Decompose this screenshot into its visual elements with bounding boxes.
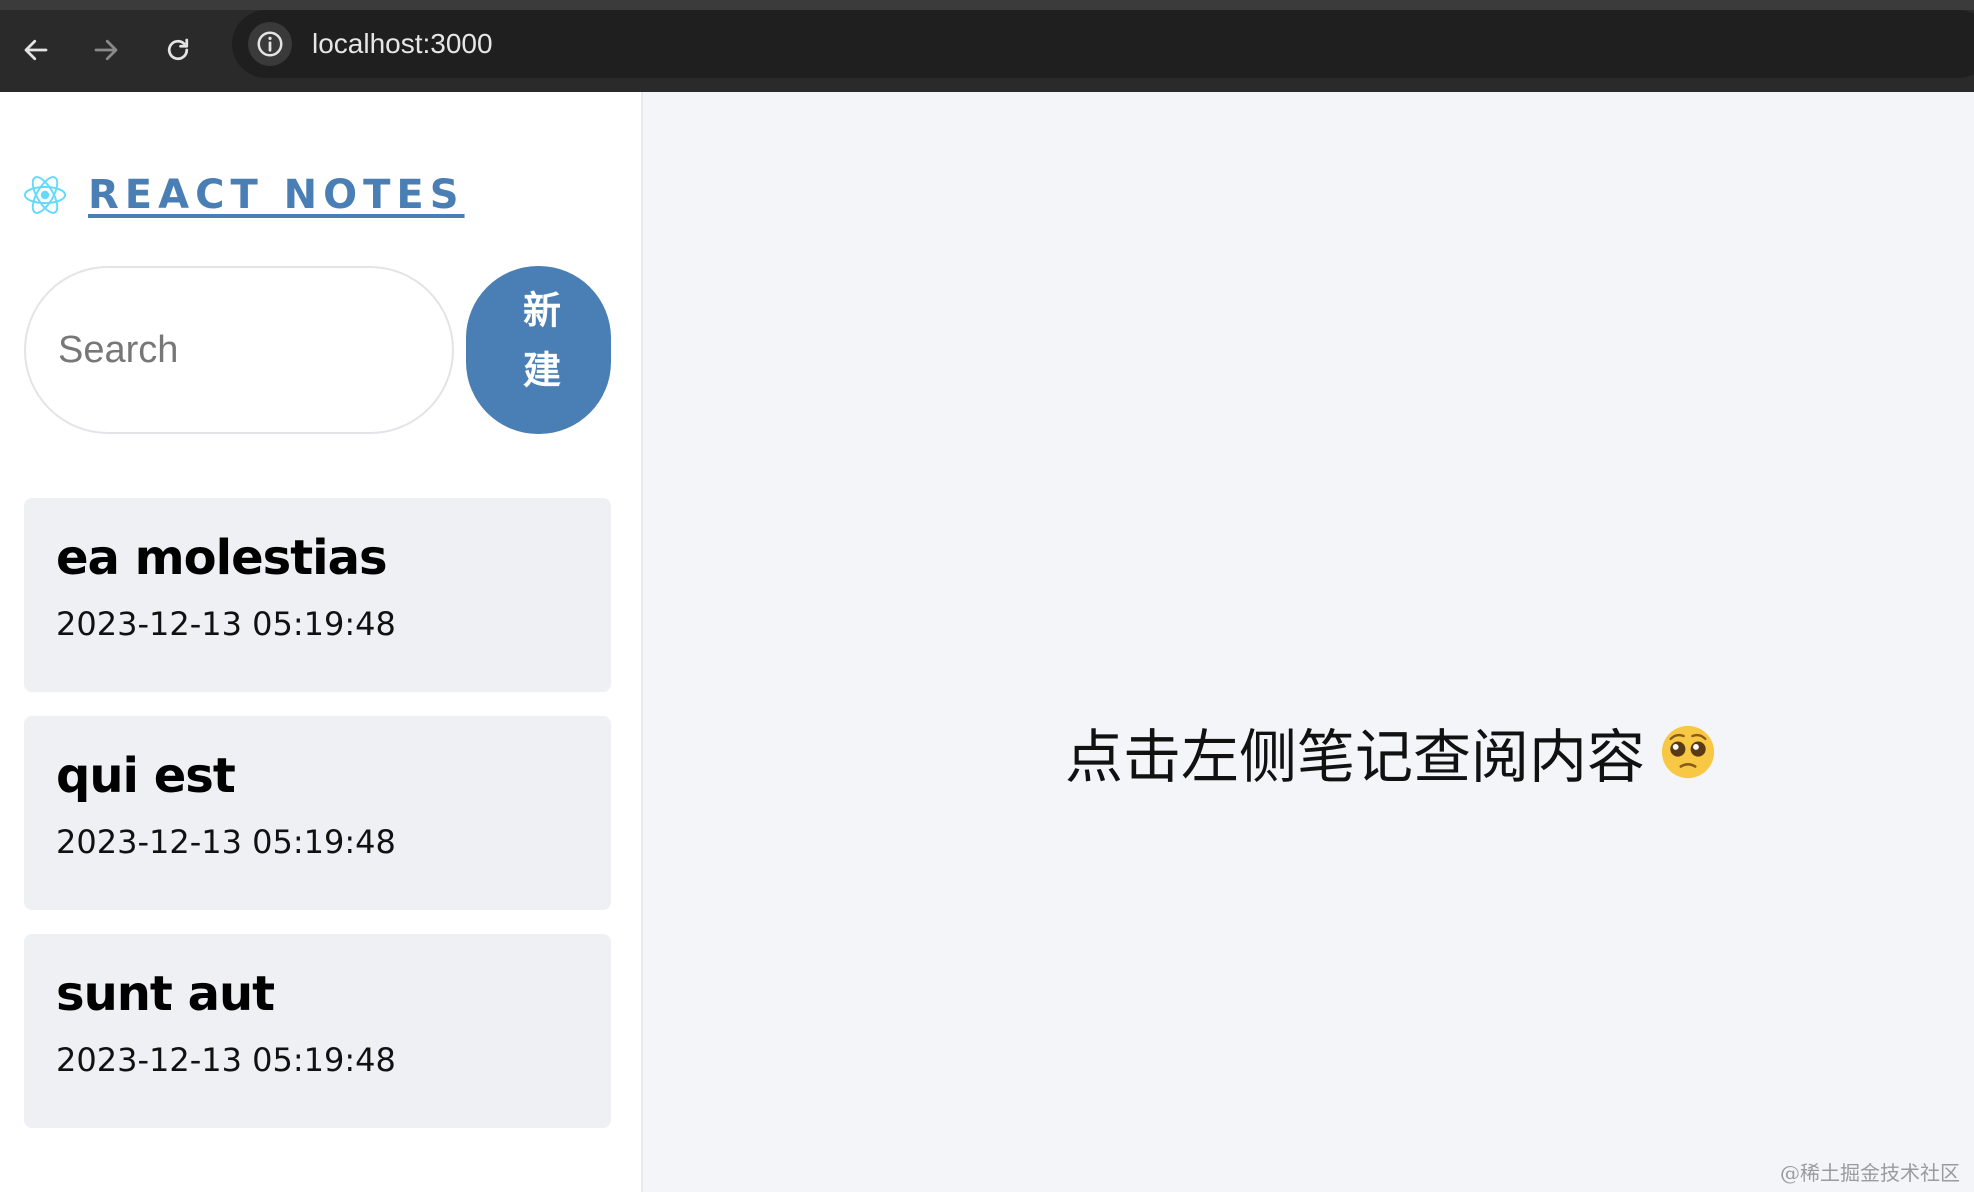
reload-icon xyxy=(167,38,189,61)
arrow-right-icon xyxy=(94,39,118,61)
browser-toolbar: localhost:3000 xyxy=(0,0,1974,92)
brand-link[interactable]: REACT NOTES xyxy=(22,172,465,218)
sidebar: REACT NOTES 新建 ea molestias 2023-12-13 0… xyxy=(0,92,643,1192)
note-title: sunt aut xyxy=(56,966,275,1022)
note-item[interactable]: qui est 2023-12-13 05:19:48 xyxy=(24,716,611,910)
note-title: qui est xyxy=(56,748,236,804)
note-title: ea molestias xyxy=(56,530,388,586)
search-box[interactable] xyxy=(24,266,454,434)
pleading-face-icon xyxy=(1661,725,1715,779)
forward-button[interactable] xyxy=(84,28,128,72)
back-button[interactable] xyxy=(14,28,58,72)
note-item[interactable]: ea molestias 2023-12-13 05:19:48 xyxy=(24,498,611,692)
note-date: 2023-12-13 05:19:48 xyxy=(56,822,396,861)
brand-title[interactable]: REACT NOTES xyxy=(88,172,465,218)
search-input[interactable] xyxy=(58,328,418,372)
arrow-left-icon xyxy=(24,39,48,61)
watermark: @稀土掘金技术社区 xyxy=(1780,1161,1960,1185)
address-bar[interactable]: localhost:3000 xyxy=(232,10,1974,78)
empty-state: 点击左侧笔记查阅内容 xyxy=(1065,710,1717,794)
react-logo-icon xyxy=(23,176,67,214)
main-content: 点击左侧笔记查阅内容 @稀土掘金技术社区 xyxy=(645,92,1974,1192)
url-text[interactable]: localhost:3000 xyxy=(312,28,493,60)
note-item[interactable]: sunt aut 2023-12-13 05:19:48 xyxy=(24,934,611,1128)
new-note-button[interactable]: 新建 xyxy=(466,266,611,434)
note-list: ea molestias 2023-12-13 05:19:48 qui est… xyxy=(24,498,611,1152)
reload-button[interactable] xyxy=(156,28,200,72)
empty-state-text: 点击左侧笔记查阅内容 xyxy=(1065,723,1646,791)
note-date: 2023-12-13 05:19:48 xyxy=(56,604,396,643)
note-date: 2023-12-13 05:19:48 xyxy=(56,1040,396,1079)
info-icon[interactable] xyxy=(248,22,292,66)
